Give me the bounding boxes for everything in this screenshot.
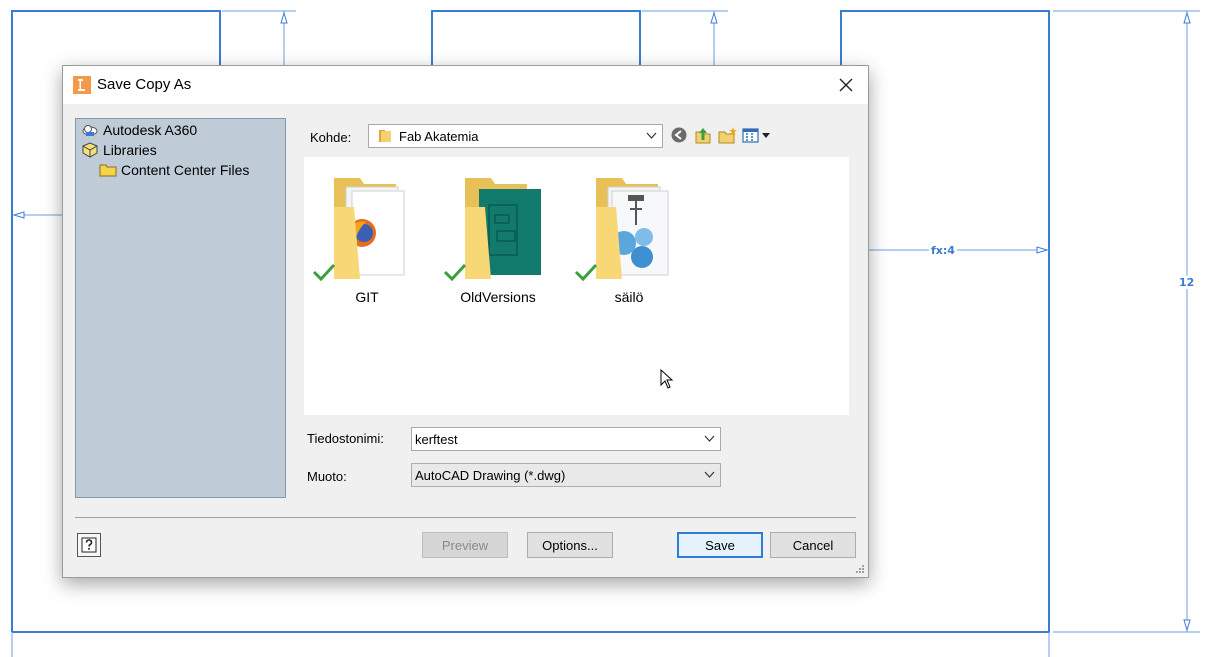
tree-item-libraries[interactable]: Libraries [81,142,157,158]
tree-item-label: Content Center Files [121,162,250,178]
preview-button[interactable]: Preview [422,532,508,558]
filename-field[interactable]: kerftest [411,427,721,451]
file-item-oldversions[interactable]: OldVersions [443,175,553,315]
location-tree[interactable]: Autodesk A360 Libraries Content Center F… [75,118,286,498]
file-list-area[interactable]: GIT OldVersions säilö [304,157,849,415]
libraries-icon [82,142,98,158]
height-dimension-label: 12 [1177,276,1197,289]
filename-value: kerftest [415,432,458,447]
help-button[interactable] [77,533,101,557]
new-folder-icon[interactable] [718,125,738,145]
folder-icon [379,130,391,142]
help-icon [81,537,97,553]
chevron-down-icon [704,471,715,478]
dimension-label: fx:4 [929,244,957,257]
tree-item-content-center-files[interactable]: Content Center Files [99,162,249,178]
save-button[interactable]: Save [677,532,763,558]
file-name: OldVersions [460,289,536,305]
dialog-title: Save Copy As [97,76,192,93]
synced-check-icon [312,263,336,281]
separator [75,517,856,518]
location-value: Fab Akatemia [399,129,479,144]
file-item-sailo[interactable]: säilö [574,175,684,315]
chevron-down-icon [646,132,657,139]
close-button[interactable] [824,66,868,104]
folder-icon [99,164,117,177]
back-icon[interactable] [670,125,688,145]
synced-check-icon [443,263,467,281]
close-icon [839,78,853,92]
format-value: AutoCAD Drawing (*.dwg) [415,468,566,483]
tree-item-label: Libraries [103,142,157,158]
folder-thumbnail-icon [596,178,669,279]
format-dropdown[interactable]: AutoCAD Drawing (*.dwg) [411,463,721,487]
tree-item-a360[interactable]: Autodesk A360 [81,122,197,138]
location-dropdown[interactable]: Fab Akatemia [368,124,663,148]
chevron-down-icon[interactable] [704,435,715,443]
location-label: Kohde: [310,130,352,145]
resize-grip-icon[interactable] [855,564,865,574]
file-name: GIT [355,289,379,305]
tree-item-label: Autodesk A360 [103,122,198,138]
folder-thumbnail-icon [465,178,541,279]
inventor-app-icon [73,76,91,94]
file-item-git[interactable]: GIT [312,175,422,315]
file-name: säilö [614,289,644,305]
synced-check-icon [574,263,598,281]
format-label: Muoto: [307,469,347,484]
filename-label: Tiedostonimi: [307,431,384,446]
cloud-icon [82,125,98,136]
title-bar[interactable]: Save Copy As [63,66,868,104]
cancel-button[interactable]: Cancel [770,532,856,558]
folder-thumbnail-icon [334,178,405,279]
view-menu-icon[interactable] [742,125,772,145]
options-button[interactable]: Options... [527,532,613,558]
save-copy-as-dialog: Save Copy As Autodesk A360 Libraries Con… [62,65,869,578]
mouse-cursor-icon [660,369,674,389]
up-folder-icon[interactable] [694,125,712,145]
